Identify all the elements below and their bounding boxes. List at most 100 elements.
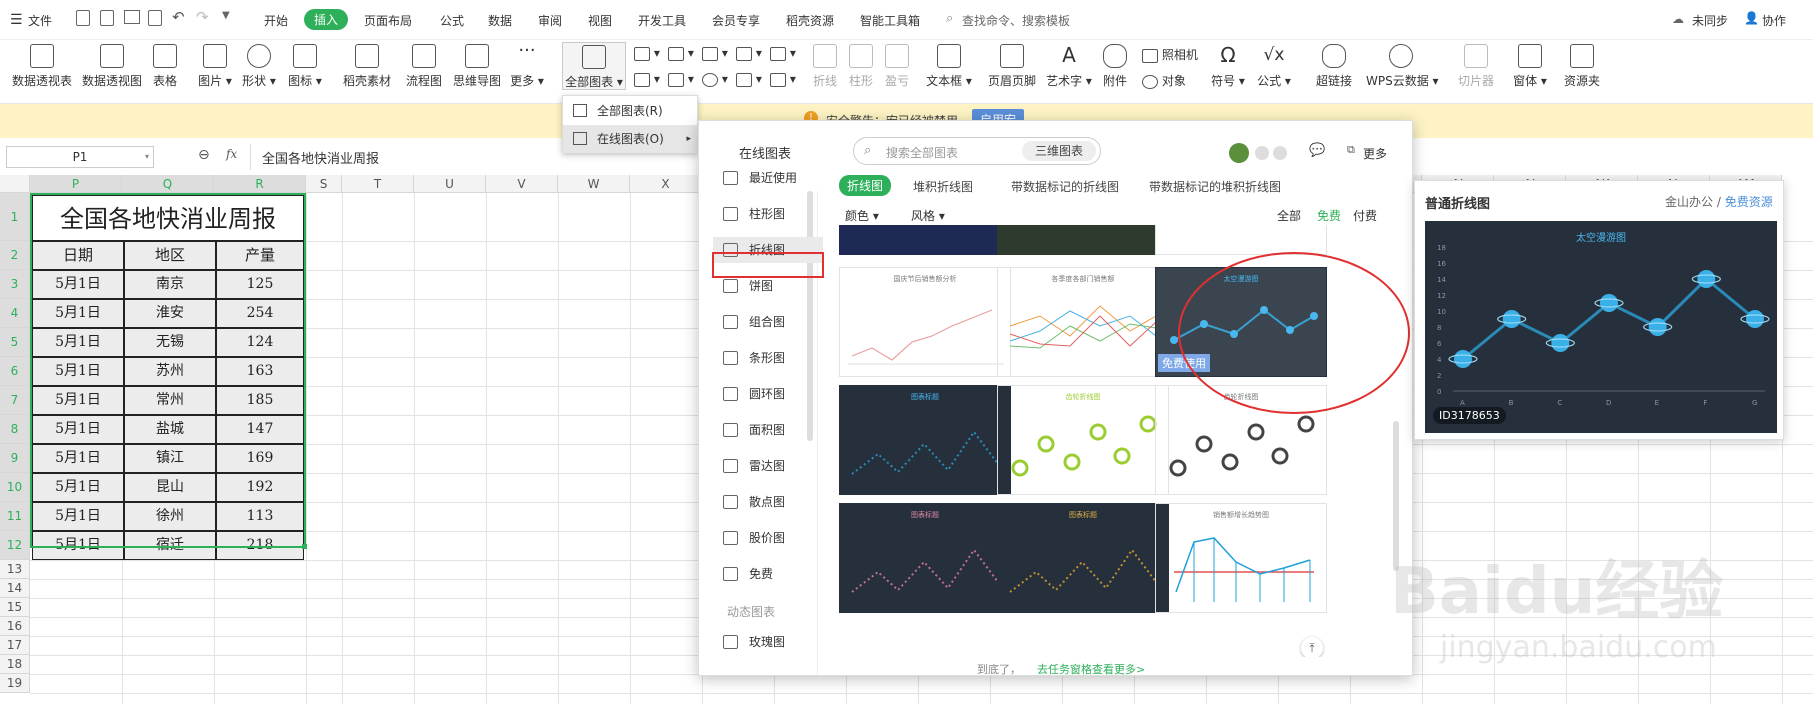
thumbnail-chart[interactable]: 图表标题	[839, 385, 1011, 495]
table-cell[interactable]: 5月1日	[32, 386, 124, 415]
tab-page-layout[interactable]: 页面布局	[364, 12, 412, 29]
table-cell[interactable]: 苏州	[124, 357, 216, 386]
table-cell[interactable]: 镇江	[124, 444, 216, 473]
filter-all[interactable]: 全部	[1277, 207, 1301, 224]
category-item[interactable]: 柱形图	[713, 201, 823, 227]
table-cell[interactable]: 5月1日	[32, 328, 124, 357]
chart-search-box[interactable]: ⌕ 搜索全部图表 三维图表	[853, 137, 1101, 165]
row-header[interactable]: 10	[0, 473, 30, 502]
row-header[interactable]: 12	[0, 531, 30, 560]
menu-all-charts[interactable]: 全部图表(R)	[563, 97, 699, 125]
column-header[interactable]: T	[342, 175, 414, 193]
task-pane-link[interactable]: 去任务窗格查看更多>	[1037, 661, 1145, 677]
thumbnail-chart[interactable]: 销售额增长趋势图	[1155, 503, 1327, 613]
thumbnail-chart-selected[interactable]: 太空漫游图 免费使用	[1155, 267, 1327, 377]
menu-online-charts[interactable]: 在线图表(O) ▸	[563, 125, 699, 153]
zoom-icon[interactable]: ⊖	[198, 147, 210, 163]
area-chart-dropdown[interactable]: ▾	[634, 72, 660, 87]
table-cell[interactable]: 147	[216, 415, 304, 444]
file-menu[interactable]: 文件	[28, 12, 52, 29]
table-cell[interactable]: 169	[216, 444, 304, 473]
table-cell[interactable]: 无锡	[124, 328, 216, 357]
save-icon[interactable]	[76, 10, 90, 26]
row-header[interactable]: 2	[0, 241, 30, 270]
formula-input[interactable]: 全国各地快消业周报	[262, 148, 379, 167]
command-search[interactable]: 查找命令、搜索模板	[962, 12, 1070, 29]
undo-icon[interactable]: ↶	[172, 8, 185, 26]
table-cell[interactable]: 254	[216, 299, 304, 328]
column-header[interactable]: V	[486, 175, 558, 193]
table-cell[interactable]: 5月1日	[32, 531, 124, 560]
redo-icon[interactable]: ↷	[196, 8, 209, 26]
collab-button[interactable]: 协作	[1762, 12, 1786, 29]
pivot-chart-button[interactable]: 数据透视图	[80, 44, 144, 89]
stock-chart-dropdown[interactable]: ▾	[668, 72, 694, 87]
color-filter[interactable]: 颜色 ▾	[845, 207, 879, 224]
row-header[interactable]: 4	[0, 299, 30, 328]
tab-formulas[interactable]: 公式	[440, 12, 464, 29]
table-header-cell[interactable]: 日期	[32, 241, 124, 270]
all-charts-button[interactable]: 全部图表 ▾	[562, 42, 626, 90]
column-chart-dropdown[interactable]: ▾	[634, 46, 660, 61]
line-chart-dropdown[interactable]: ▾	[702, 46, 728, 61]
row-header[interactable]: 5	[0, 328, 30, 357]
row-header[interactable]: 1	[0, 193, 30, 241]
tab-docer[interactable]: 稻壳资源	[786, 12, 834, 29]
table-cell[interactable]: 盐城	[124, 415, 216, 444]
thumbnail-chart[interactable]: 图表标题	[997, 503, 1169, 613]
mindmap-button[interactable]: 思维导图	[452, 44, 502, 89]
more-button[interactable]: ··· 更多 ▾	[508, 42, 546, 89]
table-cell[interactable]: 5月1日	[32, 502, 124, 531]
sync-status[interactable]: 未同步	[1692, 12, 1728, 29]
thumbnail-chart[interactable]: 齿轮折线图	[1155, 385, 1327, 495]
flowchart-button[interactable]: 流程图	[404, 44, 444, 89]
table-cell[interactable]: 南京	[124, 270, 216, 299]
textbox-button[interactable]: 文本框 ▾	[926, 44, 972, 89]
form-button[interactable]: 窗体 ▾	[1512, 44, 1548, 89]
table-cell[interactable]: 淮安	[124, 299, 216, 328]
equation-button[interactable]: √x 公式 ▾	[1256, 44, 1292, 89]
row-header[interactable]: 16	[0, 617, 30, 636]
icons-button[interactable]: 图标 ▾	[286, 44, 324, 89]
sparkline-winloss-button[interactable]: 盈亏	[882, 44, 912, 89]
filter-paid[interactable]: 付费	[1353, 207, 1377, 224]
category-item[interactable]: 圆环图	[713, 381, 823, 407]
chart-search-input[interactable]: 搜索全部图表	[886, 144, 958, 161]
column-header[interactable]: S	[306, 175, 342, 193]
fill-handle[interactable]	[302, 544, 307, 549]
name-box[interactable]: P1 ▾	[6, 146, 154, 168]
print-icon[interactable]	[124, 10, 140, 24]
table-cell[interactable]: 昆山	[124, 473, 216, 502]
row-header[interactable]: 13	[0, 560, 30, 579]
thumbnail-chart[interactable]: 国庆节后销售额分析	[839, 267, 1011, 377]
tab-view[interactable]: 视图	[588, 12, 612, 29]
column-header[interactable]: X	[630, 175, 702, 193]
category-item[interactable]: 最近使用	[713, 165, 823, 191]
tab-member[interactable]: 会员专享	[712, 12, 760, 29]
subtab-stacked-line[interactable]: 堆积折线图	[913, 178, 973, 195]
object-button[interactable]: 对象	[1142, 72, 1186, 89]
row-header[interactable]: 14	[0, 579, 30, 598]
row-header[interactable]: 17	[0, 636, 30, 655]
fx-icon[interactable]: fx	[226, 147, 237, 161]
scatter-chart-dropdown[interactable]: ▾	[736, 72, 762, 87]
table-cell[interactable]: 5月1日	[32, 357, 124, 386]
table-cell[interactable]: 5月1日	[32, 270, 124, 299]
print-preview-icon[interactable]	[148, 10, 162, 26]
column-header[interactable]: W	[558, 175, 630, 193]
tab-data[interactable]: 数据	[488, 12, 512, 29]
tab-insert[interactable]: 插入	[304, 9, 349, 30]
thumbnail-partial-1[interactable]	[839, 225, 1011, 255]
export-pdf-icon[interactable]	[100, 10, 114, 26]
row-header[interactable]: 18	[0, 655, 30, 674]
category-item[interactable]: 面积图	[713, 417, 823, 443]
table-cell[interactable]: 124	[216, 328, 304, 357]
table-cell[interactable]: 5月1日	[32, 299, 124, 328]
table-cell[interactable]: 5月1日	[32, 415, 124, 444]
table-cell[interactable]: 125	[216, 270, 304, 299]
waterfall-chart-dropdown[interactable]: ▾	[770, 46, 796, 61]
table-title[interactable]: 全国各地快消业周报	[32, 195, 304, 241]
category-item[interactable]: 条形图	[713, 345, 823, 371]
thumbnail-chart[interactable]: 图表标题	[839, 503, 1011, 613]
subtab-marker-stacked-line[interactable]: 带数据标记的堆积折线图	[1149, 178, 1281, 195]
